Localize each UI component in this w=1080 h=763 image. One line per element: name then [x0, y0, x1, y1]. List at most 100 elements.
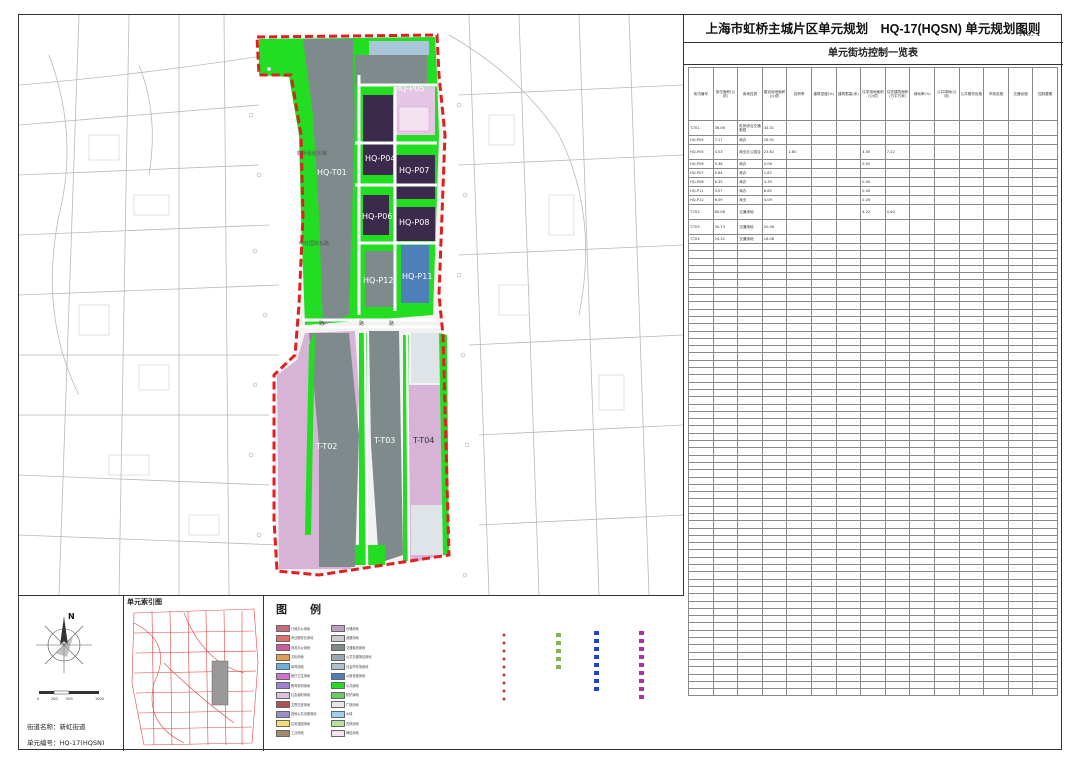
table-cell-empty: [1007, 286, 1034, 296]
table-cell-empty: [884, 257, 911, 266]
table-cell-empty: [737, 637, 763, 646]
table-cell-empty: [933, 637, 960, 646]
table-cell-empty: [712, 505, 739, 515]
table-cell-empty: [688, 425, 714, 434]
table-cell-empty: [884, 600, 911, 609]
table-cell-empty: [884, 534, 911, 544]
table-cell-empty: [810, 666, 837, 675]
table-cell-empty: [737, 425, 763, 434]
table-row-empty: [688, 600, 1058, 609]
table-cell-empty: [1032, 527, 1058, 536]
table-cell-empty: [909, 505, 935, 515]
table-cell: [909, 219, 935, 235]
table-cell: [958, 219, 985, 235]
table-cell-empty: [1007, 352, 1034, 361]
table-cell-empty: [958, 352, 985, 361]
table-cell-empty: [712, 264, 739, 274]
table-cell-empty: [1007, 403, 1034, 412]
table-cell-empty: [1032, 585, 1058, 595]
table-cell-empty: [688, 323, 714, 332]
table-cell: [860, 219, 886, 235]
table-cell-empty: [884, 374, 911, 383]
table-cell-empty: [1032, 242, 1058, 252]
table-cell-empty: [761, 345, 788, 354]
table-cell-empty: [958, 607, 985, 617]
table-cell: [933, 234, 960, 244]
table-cell-empty: [860, 418, 886, 427]
table-cell-empty: [688, 264, 714, 274]
table-cell-empty: [712, 520, 739, 529]
table-cell-empty: [1007, 345, 1034, 354]
table-cell: 0.40: [860, 186, 886, 196]
table-cell-empty: [810, 549, 837, 558]
table-cell-empty: [737, 585, 763, 595]
table-cell-empty: [958, 308, 985, 317]
table-cell-empty: [1007, 454, 1034, 463]
table-cell-empty: [1032, 279, 1058, 288]
table-cell-empty: [712, 410, 739, 420]
table-cell-empty: [884, 658, 911, 668]
table-cell-empty: [933, 323, 960, 332]
table-cell-empty: [884, 286, 911, 296]
table-cell-empty: [860, 257, 886, 266]
table-cell-empty: [983, 564, 1009, 573]
table-cell: [1007, 234, 1034, 244]
table-cell-empty: [835, 469, 862, 478]
north-label: N: [68, 612, 75, 621]
table-cell: [786, 135, 812, 145]
table-cell-empty: [983, 425, 1009, 434]
table-cell: [1007, 168, 1034, 178]
table-cell-empty: [958, 257, 985, 266]
table-cell-empty: [909, 629, 935, 639]
table-cell-empty: [860, 651, 886, 660]
table-cell-empty: [860, 491, 886, 500]
table-cell-empty: [860, 345, 886, 354]
table-cell: [786, 120, 812, 136]
table-cell-empty: [983, 593, 1009, 602]
table-cell-empty: [860, 425, 886, 434]
table-cell: [1032, 120, 1058, 136]
table-cell-empty: [983, 556, 1009, 566]
table-cell-empty: [884, 483, 911, 493]
table-cell-empty: [958, 294, 985, 303]
table-cell: [810, 186, 837, 196]
table-cell-empty: [933, 301, 960, 310]
table-row-empty: [688, 359, 1058, 369]
table-cell: [909, 159, 935, 169]
table-row-empty: [688, 250, 1058, 259]
table-cell-empty: [810, 250, 837, 259]
table-cell: 0.40: [884, 204, 911, 220]
road-label-1: 虹桥枢纽东路: [297, 150, 327, 157]
table-cell-empty: [909, 242, 935, 252]
table-cell-empty: [835, 615, 862, 624]
table-row-empty: [688, 520, 1058, 529]
table-cell-empty: [983, 527, 1009, 536]
table-cell: [884, 186, 911, 196]
table-cell-empty: [933, 264, 960, 274]
table-cell-empty: [983, 534, 1009, 544]
table-row-empty: [688, 615, 1058, 624]
table-cell-empty: [810, 403, 837, 412]
table-cell-empty: [933, 418, 960, 427]
unit-code: 单元编号：HQ-17(HQSN): [27, 739, 105, 747]
table-cell-empty: [884, 447, 911, 456]
table-cell-empty: [909, 352, 935, 361]
table-cell-empty: [933, 549, 960, 558]
table-cell-empty: [786, 396, 812, 405]
table-cell-empty: [983, 454, 1009, 463]
table-cell-empty: [958, 447, 985, 456]
table-cell: 6.35: [712, 177, 739, 187]
table-cell-empty: [1007, 432, 1034, 442]
table-cell: [1007, 159, 1034, 169]
table-cell-empty: [958, 461, 985, 471]
table-row-empty: [688, 308, 1058, 317]
table-cell-empty: [761, 578, 788, 587]
table-cell-empty: [983, 418, 1009, 427]
legend-label: 文化用地: [291, 655, 304, 659]
table-cell: HQ-P04: [688, 135, 714, 145]
table-cell-empty: [1032, 556, 1058, 566]
table-cell-empty: [786, 381, 812, 390]
table-cell-empty: [688, 432, 714, 442]
table-cell-empty: [909, 264, 935, 274]
table-cell-empty: [909, 381, 935, 390]
